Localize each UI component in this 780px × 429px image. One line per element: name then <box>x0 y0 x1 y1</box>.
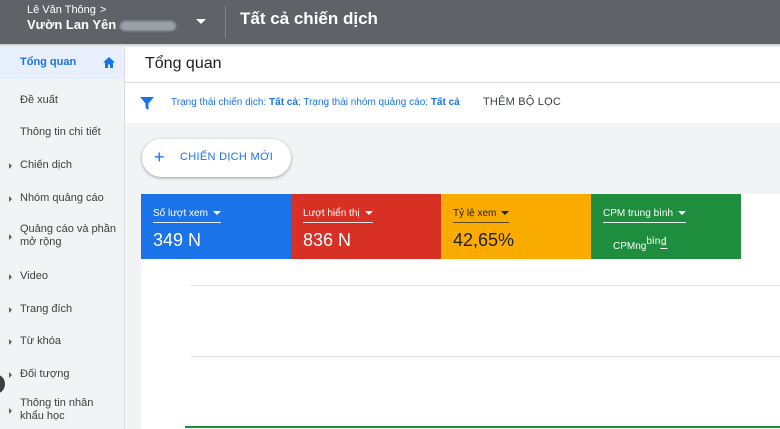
sidebar-item-label: Trang đích <box>20 303 73 315</box>
sidebar-item-label: Thông tin nhân khẩu học <box>20 397 94 422</box>
section-title: Tổng quan <box>145 55 222 72</box>
sidebar-item-landing-pages[interactable]: Trang đích <box>0 300 124 320</box>
caret-right-icon <box>9 234 12 240</box>
divider <box>225 6 226 38</box>
metric-value: 836 N <box>303 230 352 250</box>
metric-value: CPMngbìn₫ <box>613 234 668 252</box>
caret-down-icon <box>212 211 221 216</box>
caret-right-icon <box>9 372 12 378</box>
account-name: Lê Văn Thông <box>27 4 96 16</box>
sidebar-item-label: Tổng quan <box>20 56 77 68</box>
sidebar-item-ads-extensions[interactable]: Quảng cáo và phần mở rộng <box>0 221 124 253</box>
caret-right-icon <box>9 408 12 414</box>
metric-selector[interactable]: Lượt hiển thị <box>303 208 373 223</box>
sidebar-item-video[interactable]: Video <box>0 267 124 287</box>
sidebar-item-label: Video <box>20 270 48 282</box>
sidebar-item-label: Nhóm quảng cáo <box>20 192 104 204</box>
metric-card-view-rate[interactable]: Tỷ lệ xem 42,65% <box>441 194 591 259</box>
redacted-blur <box>120 20 177 31</box>
main-content: Tổng quan Trạng thái chiến dịch: Tất cả;… <box>124 47 780 429</box>
sidebar-item-audiences[interactable]: Đối tượng <box>0 365 124 385</box>
metric-selector[interactable]: Số lượt xem <box>153 208 221 223</box>
filter-bar: Trạng thái chiến dịch: Tất cả; Trạng thá… <box>125 83 780 123</box>
caret-right-icon <box>9 163 12 169</box>
filter-icon[interactable] <box>140 97 154 110</box>
sidebar-item-label: Đề xuất <box>20 94 58 106</box>
caret-down-icon <box>501 211 510 216</box>
sidebar-item-campaigns[interactable]: Chiến dịch <box>0 156 124 176</box>
sidebar-item-recommendations[interactable]: Đề xuất <box>0 91 124 111</box>
caret-down-icon <box>678 211 687 216</box>
metric-value: 349 N <box>153 230 202 250</box>
account-switcher[interactable]: Lê Văn Thông > Vườn Lan Yên <box>27 4 177 33</box>
metric-card-avg-cpm[interactable]: CPM trung bình CPMngbìn₫ <box>591 194 741 259</box>
add-filter-button[interactable]: THÊM BỘ LỌC <box>483 96 561 108</box>
sidebar-item-label: Thông tin chi tiết <box>20 126 101 138</box>
caret-right-icon <box>9 274 12 280</box>
sidebar-item-label: Quảng cáo và phần mở rộng <box>20 223 117 248</box>
home-icon <box>103 57 115 68</box>
series-line <box>185 426 780 428</box>
metric-selector[interactable]: CPM trung bình <box>603 208 687 223</box>
metric-value: 42,65% <box>453 230 515 250</box>
chevron-right-icon: > <box>99 4 107 16</box>
grid-line <box>191 285 780 286</box>
page-title: Tất cả chiến dịch <box>240 9 378 28</box>
caret-right-icon <box>9 307 12 313</box>
sidebar-item-ad-groups[interactable]: Nhóm quảng cáo <box>0 189 124 209</box>
grid-line <box>191 356 780 357</box>
sidebar-item-insights[interactable]: Thông tin chi tiết <box>0 123 124 143</box>
new-campaign-button[interactable]: + CHIẾN DỊCH MỚI <box>142 139 291 177</box>
caret-right-icon <box>9 339 12 345</box>
caret-down-icon <box>364 211 373 216</box>
sidebar: Tổng quan Đề xuất Thông tin chi tiết Chi… <box>0 47 124 429</box>
sidebar-item-label: Từ khóa <box>20 335 61 347</box>
plus-icon: + <box>154 147 165 167</box>
top-bar: Lê Văn Thông > Vườn Lan Yên Tất cả chiến … <box>0 0 780 44</box>
caret-right-icon <box>9 196 12 202</box>
account-dropdown-icon[interactable] <box>196 19 206 24</box>
sidebar-item-keywords[interactable]: Từ khóa <box>0 332 124 352</box>
metric-card-views[interactable]: Số lượt xem 349 N <box>141 194 291 259</box>
new-campaign-label: CHIẾN DỊCH MỚI <box>180 151 274 163</box>
sidebar-item-overview[interactable]: Tổng quan <box>0 47 124 79</box>
sidebar-item-label: Đối tượng <box>20 368 70 380</box>
sidebar-item-demographics[interactable]: Thông tin nhân khẩu học <box>0 395 124 427</box>
metric-selector[interactable]: Tỷ lệ xem <box>453 208 510 223</box>
sidebar-item-label: Chiến dịch <box>20 159 72 171</box>
active-filters[interactable]: Trạng thái chiến dịch: Tất cả; Trạng thá… <box>171 97 460 108</box>
account-subname: Vườn Lan Yên <box>27 17 117 32</box>
metric-card-impressions[interactable]: Lượt hiển thị 836 N <box>291 194 441 259</box>
